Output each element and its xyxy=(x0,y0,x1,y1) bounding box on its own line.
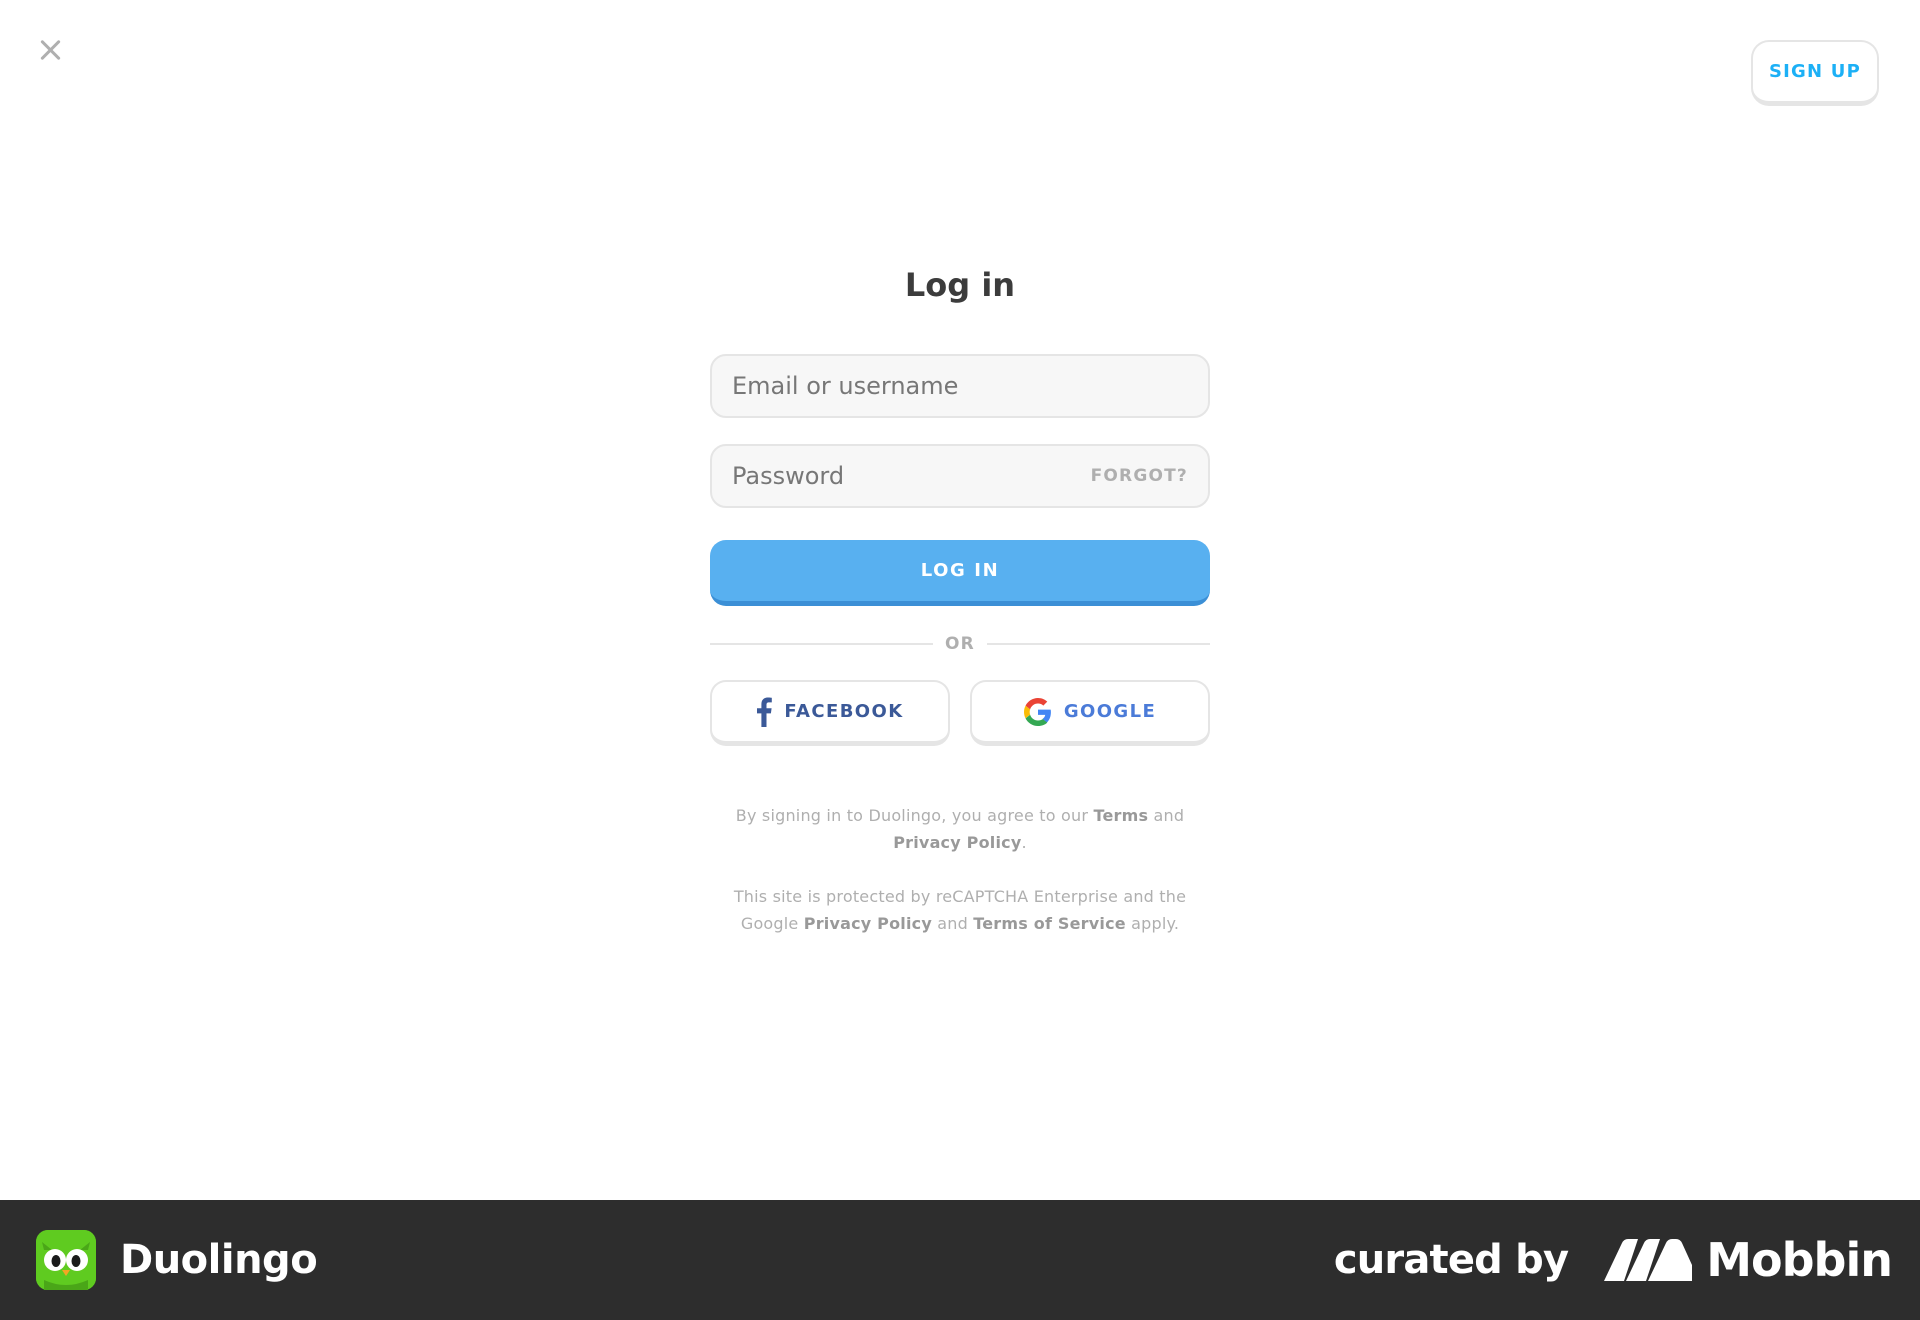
app-brand: Duolingo xyxy=(36,1230,318,1290)
mobbin-logo-icon xyxy=(1604,1239,1693,1281)
facebook-login-button[interactable]: FACEBOOK xyxy=(710,680,950,746)
terms-of-service-link[interactable]: Terms of Service xyxy=(973,914,1126,933)
app-name: Duolingo xyxy=(120,1237,318,1283)
sign-up-button[interactable]: SIGN UP xyxy=(1751,40,1879,106)
forgot-password-link[interactable]: FORGOT? xyxy=(1091,466,1188,486)
recaptcha-notice-and: and xyxy=(931,914,974,933)
email-field-container xyxy=(710,354,1210,418)
duolingo-owl-icon xyxy=(36,1230,96,1290)
divider-line-right xyxy=(986,643,1211,645)
google-label: GOOGLE xyxy=(1063,701,1157,722)
curator-name: Mobbin xyxy=(1706,1233,1893,1287)
or-text: OR xyxy=(945,634,975,654)
page-title: Log in xyxy=(904,266,1016,304)
or-divider: OR xyxy=(710,632,1211,656)
recaptcha-notice-suffix: apply. xyxy=(1125,914,1180,933)
email-field[interactable] xyxy=(732,372,1188,400)
curated-by: curated by Mobbin xyxy=(1333,1233,1893,1287)
terms-link[interactable]: Terms xyxy=(1093,806,1148,825)
password-field[interactable] xyxy=(732,462,1091,490)
terms-notice: By signing in to Duolingo, you agree to … xyxy=(710,802,1210,856)
terms-notice-text: By signing in to Duolingo, you agree to … xyxy=(735,806,1094,825)
social-login-row: FACEBOOK GOOGLE xyxy=(710,680,1210,746)
google-icon xyxy=(1023,697,1052,726)
login-page: SIGN UP Log in FORGOT? LOG IN OR FACEBOO xyxy=(0,0,1920,1200)
close-icon[interactable] xyxy=(34,34,66,66)
terms-notice-and: and xyxy=(1148,806,1185,825)
login-form: Log in FORGOT? LOG IN OR FACEBOOK xyxy=(710,262,1211,937)
password-field-container: FORGOT? xyxy=(710,444,1210,508)
terms-notice-period: . xyxy=(1021,833,1027,852)
recaptcha-notice: This site is protected by reCAPTCHA Ente… xyxy=(710,883,1210,937)
facebook-label: FACEBOOK xyxy=(784,701,904,722)
privacy-policy-link[interactable]: Privacy Policy xyxy=(893,833,1021,852)
google-login-button[interactable]: GOOGLE xyxy=(970,680,1210,746)
divider-line-left xyxy=(710,643,934,645)
google-privacy-policy-link[interactable]: Privacy Policy xyxy=(804,914,932,933)
curated-by-text: curated by xyxy=(1333,1237,1569,1283)
log-in-button[interactable]: LOG IN xyxy=(710,540,1210,606)
facebook-icon xyxy=(756,697,773,727)
footer-bar: Duolingo curated by Mobbin xyxy=(0,1200,1920,1320)
mobbin-brand: Mobbin xyxy=(1604,1233,1893,1287)
